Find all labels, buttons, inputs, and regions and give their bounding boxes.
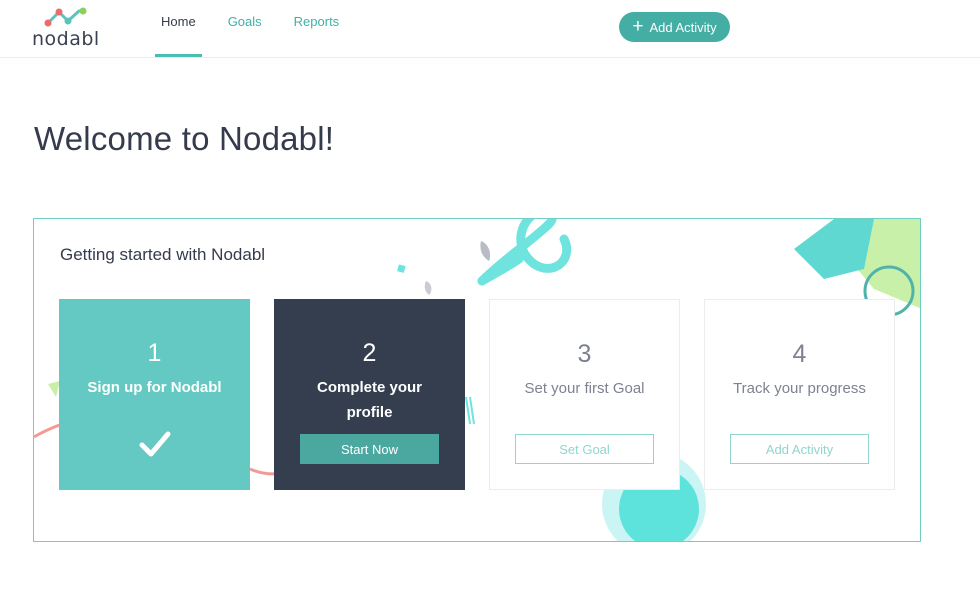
- plus-icon: +: [632, 15, 644, 37]
- step-card-2: 2 Complete your profile Start Now: [274, 299, 465, 490]
- step-number: 4: [792, 340, 807, 368]
- top-header: nodabl Home Goals Reports + Add Activity: [0, 0, 980, 58]
- getting-started-title: Getting started with Nodabl: [60, 245, 266, 264]
- active-nav-indicator: [155, 54, 202, 57]
- set-goal-button[interactable]: Set Goal: [515, 434, 654, 464]
- logo-mark-icon: [44, 7, 87, 27]
- step-card-3: 3 Set your first Goal Set Goal: [489, 299, 680, 490]
- step-number: 2: [362, 339, 377, 367]
- step-card-4: 4 Track your progress Add Activity: [704, 299, 895, 490]
- page-title: Welcome to Nodabl!: [34, 120, 335, 157]
- nodabl-logo[interactable]: nodabl: [32, 6, 102, 50]
- step-label: Set your first Goal: [524, 380, 645, 397]
- step-label: Complete your profile: [316, 379, 422, 421]
- step-label: Sign up for Nodabl: [87, 379, 222, 396]
- start-now-button[interactable]: Start Now: [300, 434, 439, 464]
- step-number: 3: [577, 340, 592, 368]
- add-activity-label: Add Activity: [649, 19, 717, 35]
- step-number: 1: [147, 339, 162, 367]
- main-nav: Home Goals Reports: [150, 0, 360, 58]
- step-card-1: 1 Sign up for Nodabl: [59, 299, 250, 490]
- step-label: Track your progress: [733, 380, 866, 397]
- add-activity-step-button[interactable]: Add Activity: [730, 434, 869, 464]
- logo-text: nodabl: [32, 28, 100, 50]
- nav-item-reports[interactable]: Reports: [283, 0, 351, 50]
- add-activity-button[interactable]: + Add Activity: [619, 12, 730, 42]
- checkmark-icon: [139, 431, 171, 457]
- getting-started-panel: Getting started with Nodabl 1 Sign up fo…: [33, 218, 921, 542]
- nav-item-goals[interactable]: Goals: [217, 0, 273, 50]
- nav-item-home[interactable]: Home: [150, 0, 207, 50]
